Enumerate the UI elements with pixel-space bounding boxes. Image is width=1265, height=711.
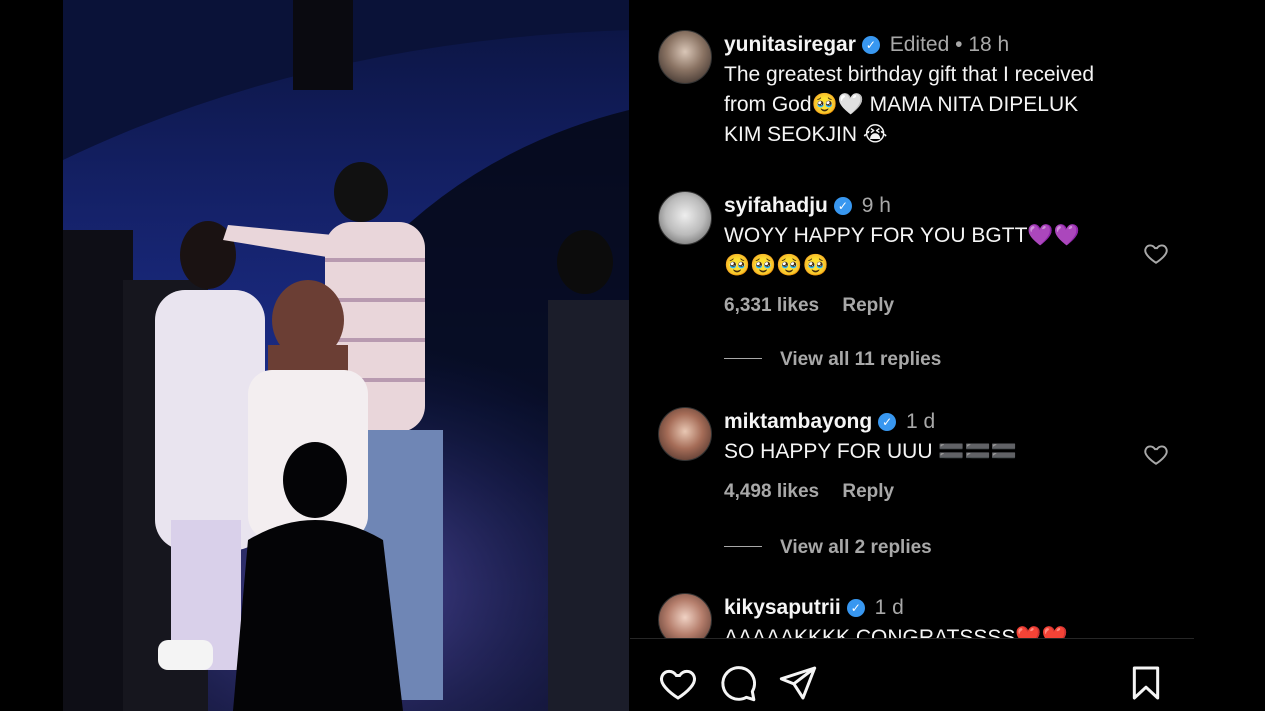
comments-list[interactable]: yunitasiregar ✓ Edited • 18 h The greates… [630,0,1194,638]
comment-likes[interactable]: 6,331 likes [724,295,819,316]
comment-likes[interactable]: 4,498 likes [724,481,819,502]
comment-username[interactable]: kikysaputrii [724,596,841,619]
caption-line-3: KIM SEOKJIN 😭 [724,123,888,146]
heart-icon[interactable] [1143,240,1169,266]
verified-badge-icon: ✓ [878,413,897,431]
bookmark-icon[interactable] [1126,663,1166,703]
stage-scene-illustration [63,0,629,711]
caption-line-2: from God🥹🤍 MAMA NITA DIPELUK [724,93,1079,116]
comment-username[interactable]: miktambayong [724,410,872,433]
share-icon[interactable] [778,663,818,703]
comment-icon[interactable] [718,663,758,703]
comment-text-line-1: WOYY HAPPY FOR YOU BGTT💜💜 [724,224,1080,247]
view-replies-button[interactable]: View all 2 replies [724,537,932,559]
post-time[interactable]: 18 h [968,33,1009,56]
comment-body: miktambayong ✓ 1 d SO HAPPY FOR UUU 🟰🟰🟰 4… [724,407,1118,507]
comments-panel: yunitasiregar ✓ Edited • 18 h The greates… [630,0,1194,711]
comment-text-line-2: 🥹🥹🥹🥹 [724,254,829,277]
view-replies-label: View all 2 replies [780,537,932,558]
avatar[interactable] [658,191,712,245]
post-photo[interactable] [63,0,629,711]
divider-line [724,546,762,547]
comment-time[interactable]: 1 d [906,410,935,433]
avatar[interactable] [658,30,712,84]
heart-icon[interactable] [658,663,698,703]
comment-body: syifahadju ✓ 9 h WOYY HAPPY FOR YOU BGTT💜… [724,191,1118,321]
reply-button[interactable]: Reply [842,295,894,316]
view-replies-label: View all 11 replies [780,349,942,370]
avatar[interactable] [658,407,712,461]
caption-body: yunitasiregar ✓ Edited • 18 h The greates… [724,30,1118,150]
verified-badge-icon: ✓ [846,599,865,617]
action-bar [630,639,1194,711]
post-modal: yunitasiregar ✓ Edited • 18 h The greates… [63,0,1194,711]
comment-text-line-1: SO HAPPY FOR UUU 🟰🟰🟰 [724,440,1017,463]
verified-badge-icon: ✓ [861,36,880,54]
comment-body: kikysaputrii ✓ 1 d AAAAAKKKK CONGRATSSSS❤… [724,593,1118,638]
heart-icon[interactable] [1143,441,1169,467]
caption-line-1: The greatest birthday gift that I receiv… [724,63,1095,86]
divider-line [724,358,762,359]
author-username[interactable]: yunitasiregar [724,33,856,56]
comment-time[interactable]: 1 d [875,596,904,619]
verified-badge-icon: ✓ [833,197,852,215]
edited-label: Edited [889,33,950,56]
comment-time[interactable]: 9 h [862,194,891,217]
avatar[interactable] [658,593,712,638]
view-replies-button[interactable]: View all 11 replies [724,349,941,371]
separator-dot: • [955,33,963,56]
comment-text-line-1: AAAAAKKKK CONGRATSSSS❤️❤️ [724,626,1068,638]
comment-username[interactable]: syifahadju [724,194,828,217]
reply-button[interactable]: Reply [842,481,894,502]
